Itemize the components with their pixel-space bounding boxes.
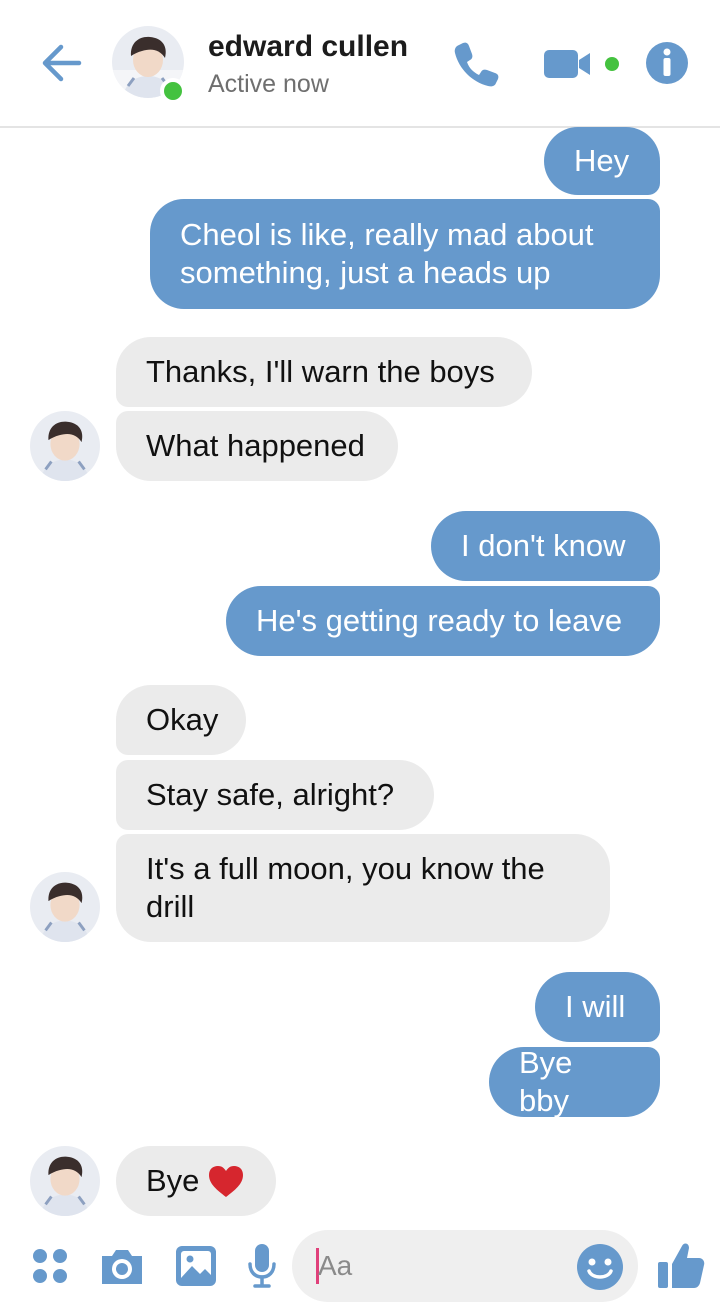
microphone-icon xyxy=(248,1244,276,1288)
chat-header: edward cullen Active now xyxy=(0,0,720,128)
message-bubble-incoming[interactable]: Thanks, I'll warn the boys xyxy=(116,337,532,407)
info-icon xyxy=(646,42,688,84)
emoji-icon xyxy=(577,1244,623,1290)
message-bubble-outgoing[interactable]: I will xyxy=(535,972,660,1042)
thumbs-up-icon xyxy=(658,1243,705,1288)
message-text: I will xyxy=(565,989,626,1024)
message-bubble-incoming[interactable]: Stay safe, alright? xyxy=(116,760,434,830)
contact-name[interactable]: edward cullen xyxy=(208,30,408,64)
message-text: It's a full moon, you know the drill xyxy=(146,851,545,924)
video-camera-icon xyxy=(544,50,619,78)
heart-icon xyxy=(209,1166,244,1197)
image-icon xyxy=(176,1246,216,1286)
message-text: Thanks, I'll warn the boys xyxy=(146,354,495,389)
apps-button[interactable] xyxy=(30,1246,70,1286)
message-bubble-outgoing[interactable]: Bye bby xyxy=(489,1045,660,1118)
active-status-dot xyxy=(160,78,186,104)
message-text: I don't know xyxy=(461,528,626,563)
message-bubble-incoming[interactable]: Okay xyxy=(116,685,246,755)
back-arrow-icon xyxy=(42,44,82,82)
gallery-button[interactable] xyxy=(174,1244,218,1288)
camera-button[interactable] xyxy=(98,1246,146,1288)
sender-avatar[interactable] xyxy=(30,1146,100,1216)
emoji-button[interactable] xyxy=(576,1243,624,1291)
like-button[interactable] xyxy=(656,1240,706,1290)
message-bubble-incoming[interactable]: What happened xyxy=(116,411,398,481)
camera-icon xyxy=(102,1250,142,1284)
sender-avatar[interactable] xyxy=(30,411,100,481)
message-text: Stay safe, alright? xyxy=(146,777,395,812)
voice-button[interactable] xyxy=(246,1242,278,1290)
message-bubble-outgoing[interactable]: He's getting ready to leave xyxy=(226,586,660,656)
back-button[interactable] xyxy=(36,38,86,88)
sender-avatar[interactable] xyxy=(30,872,100,942)
message-text: Okay xyxy=(146,702,219,737)
message-text: Bye bby xyxy=(519,1045,573,1118)
video-call-button[interactable] xyxy=(542,40,626,88)
message-input-placeholder: Aa xyxy=(318,1250,353,1281)
info-button[interactable] xyxy=(644,40,690,86)
message-bubble-incoming[interactable]: Bye xyxy=(116,1146,276,1216)
message-text: Cheol is like, really mad about somethin… xyxy=(180,217,594,290)
apps-grid-icon xyxy=(33,1249,67,1283)
message-text: What happened xyxy=(146,428,365,463)
call-button[interactable] xyxy=(446,36,506,92)
message-bubble-incoming[interactable]: It's a full moon, you know the drill xyxy=(116,834,610,942)
message-text: Bye xyxy=(146,1163,200,1198)
message-bubble-outgoing[interactable]: I don't know xyxy=(431,511,660,581)
message-text: Hey xyxy=(574,143,630,178)
contact-status: Active now xyxy=(208,70,329,98)
message-bubble-outgoing[interactable]: Hey xyxy=(544,127,660,195)
message-bubble-outgoing[interactable]: Cheol is like, really mad about somethin… xyxy=(150,199,660,309)
phone-icon xyxy=(454,42,499,87)
message-text: He's getting ready to leave xyxy=(256,603,623,638)
